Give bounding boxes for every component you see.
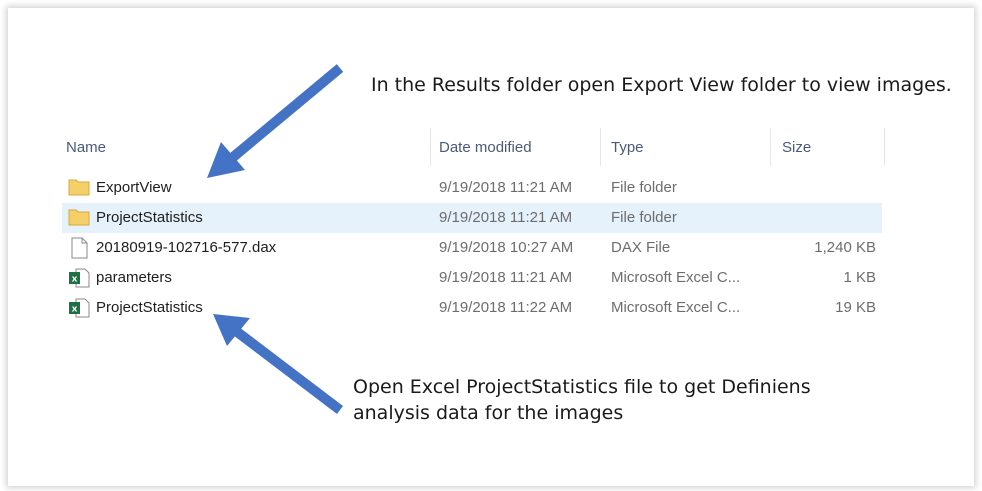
annotation-arrows [207, 64, 344, 414]
arrow-to-exportview [207, 64, 344, 178]
arrow-to-projectstatistics [213, 314, 344, 414]
